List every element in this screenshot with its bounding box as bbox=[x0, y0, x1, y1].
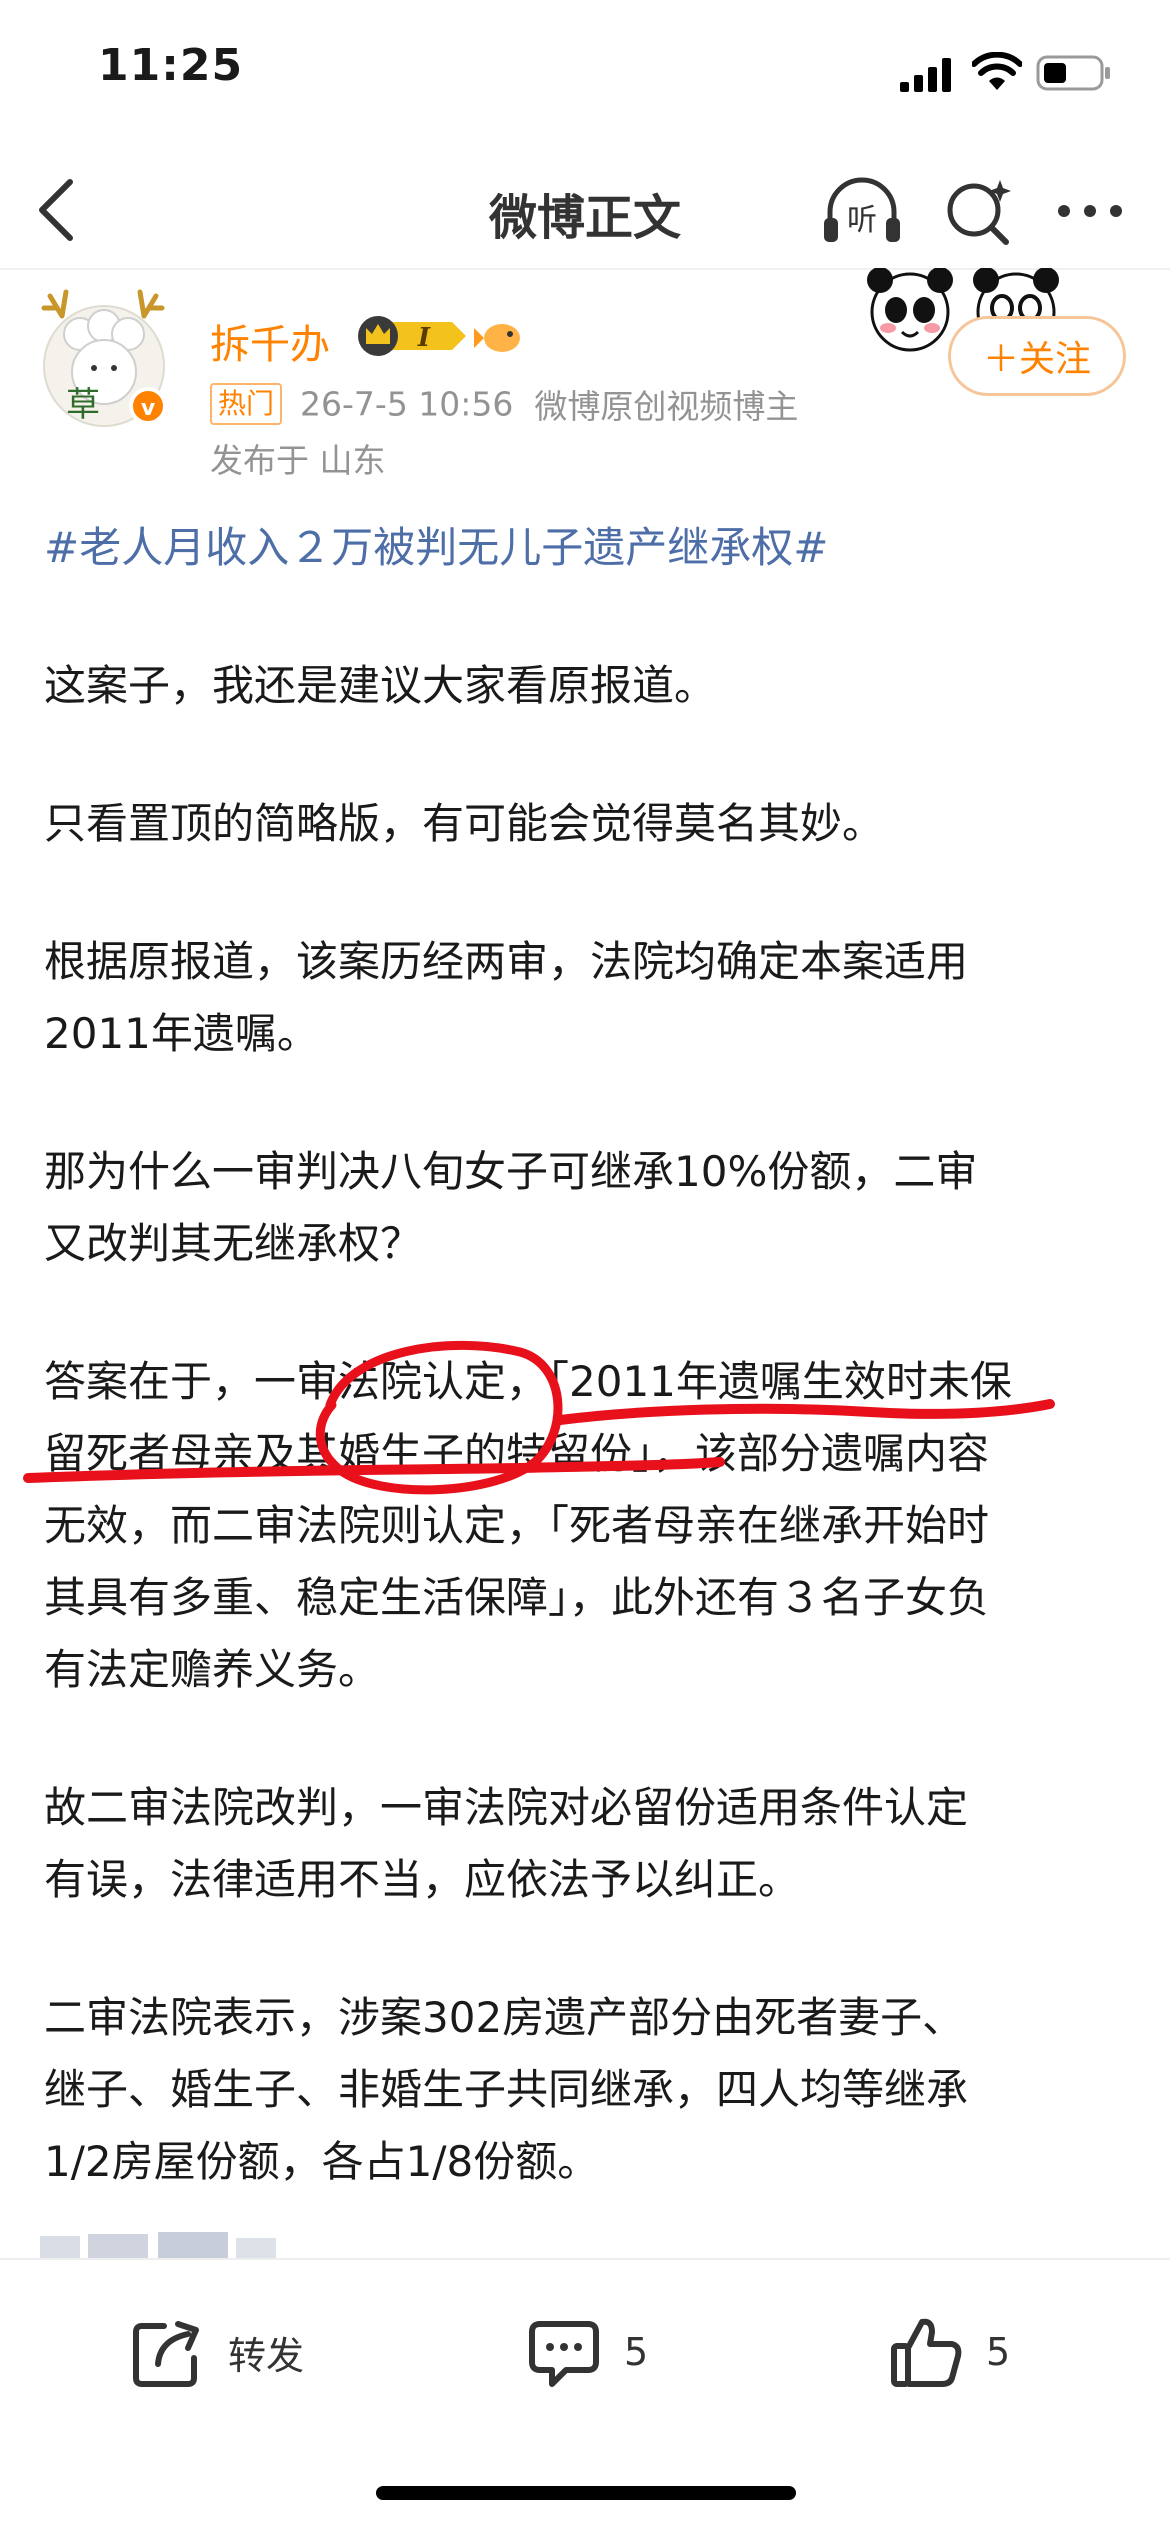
bottom-action-bar: 转发 5 5 bbox=[0, 2258, 1170, 2532]
wifi-icon bbox=[972, 52, 1022, 90]
search-icon[interactable] bbox=[942, 172, 1014, 248]
follow-button[interactable]: ＋关注 bbox=[948, 316, 1126, 396]
paragraph: 答案在于，一审法院认定，「2011年遗嘱生效时未保 留死者母亲及其婚生子的特留份」… bbox=[44, 1357, 1012, 1694]
hot-tag: 热门 bbox=[210, 383, 283, 425]
status-time: 11:25 bbox=[98, 40, 244, 91]
nav-bar: 微博正文 听 bbox=[0, 150, 1170, 270]
post-timestamp: 26-7-5 10:56 bbox=[300, 384, 514, 424]
battery-icon bbox=[1036, 55, 1110, 91]
avatar-image: 草 v bbox=[41, 289, 167, 427]
thumbs-up-icon bbox=[891, 2318, 962, 2387]
cellular-signal-icon bbox=[900, 58, 951, 92]
author-description: 微博原创视频博主 bbox=[534, 387, 799, 426]
paragraph: 这案子，我还是建议大家看原报道。 bbox=[44, 661, 717, 710]
post-location: 发布于 山东 bbox=[210, 441, 386, 480]
listen-icon-text: 听 bbox=[847, 203, 877, 238]
topic-hashtag[interactable]: #老人月收入２万被判无儿子遗产继承权# bbox=[44, 512, 1134, 584]
listen-button[interactable]: 听 bbox=[820, 174, 904, 250]
crown-badge-icon[interactable]: I bbox=[352, 312, 472, 360]
home-indicator[interactable] bbox=[376, 2486, 796, 2500]
like-count: 5 bbox=[986, 2330, 1011, 2374]
repost-button[interactable]: 转发 bbox=[130, 2312, 304, 2392]
comment-button[interactable]: 5 bbox=[526, 2312, 648, 2392]
more-options-icon[interactable] bbox=[1054, 186, 1126, 236]
paragraph: 二审法院表示，涉案302房遗产部分由死者妻子、 继子、婚生子、非婚生子共同继承，四… bbox=[44, 1993, 969, 2186]
avatar[interactable]: 草 v bbox=[36, 282, 172, 432]
badge-level: I bbox=[417, 323, 431, 353]
faded-text-strip bbox=[40, 2232, 276, 2260]
repost-icon bbox=[133, 2321, 199, 2387]
post-meta: 热门 26-7-5 10:56 微博原创视频博主 bbox=[210, 380, 798, 428]
post-body: #老人月收入２万被判无儿子遗产继承权# 这案子，我还是建议大家看原报道。 只看置… bbox=[44, 512, 1134, 2198]
paragraph: 故二审法院改判，一审法院对必留份适用条件认定 有误，法律适用不当，应依法予以纠正。 bbox=[44, 1783, 969, 1904]
repost-label: 转发 bbox=[228, 2333, 305, 2378]
paragraph: 只看置顶的简略版，有可能会觉得莫名其妙。 bbox=[44, 799, 885, 848]
headphones-icon: 听 bbox=[824, 177, 900, 242]
comment-icon bbox=[529, 2321, 599, 2387]
svg-text:v: v bbox=[141, 396, 156, 421]
author-name[interactable]: 拆千办 bbox=[210, 312, 330, 370]
avatar-text: 草 bbox=[66, 385, 100, 425]
comment-count: 5 bbox=[624, 2330, 649, 2374]
like-button[interactable]: 5 bbox=[888, 2312, 1010, 2392]
paragraph: 那为什么一审判决八旬女子可继承10%份额，二审 又改判其无继承权？ bbox=[44, 1147, 978, 1268]
fish-badge-icon[interactable] bbox=[474, 316, 524, 358]
status-bar: 11:25 bbox=[0, 0, 1170, 150]
paragraph: 根据原报道，该案历经两审，法院均确定本案适用 2011年遗嘱。 bbox=[44, 937, 969, 1058]
